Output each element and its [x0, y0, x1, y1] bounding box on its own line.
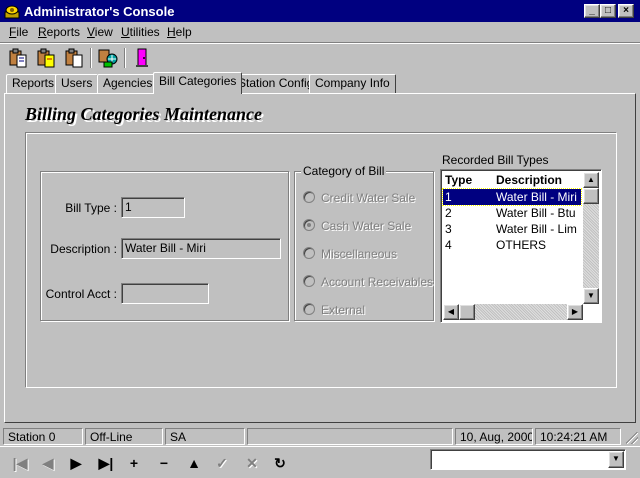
radio-label: Miscellaneous — [321, 247, 398, 261]
clipboard-copy-icon[interactable] — [34, 47, 58, 69]
control-acct-label: Control Acct : — [45, 287, 117, 301]
row-description: Water Bill - Btu — [496, 206, 576, 220]
row-type: 4 — [445, 238, 452, 252]
radio-label: Account Receivables — [321, 275, 434, 289]
row-type: 1 — [445, 190, 452, 204]
scroll-left-arrow-icon[interactable]: ◀ — [443, 304, 459, 320]
menu-view[interactable]: View — [87, 25, 113, 39]
row-description: Water Bill - Miri — [496, 190, 577, 204]
tab-agencies[interactable]: Agencies — [97, 74, 159, 94]
radio-label: External — [321, 303, 366, 317]
radio-label: Cash Water Sale — [321, 219, 412, 233]
refresh-data-button[interactable]: ↻ — [268, 452, 292, 474]
title-bar[interactable]: Administrator's Console _ □ × — [0, 0, 640, 22]
status-user: SA — [165, 428, 245, 445]
next-record-button[interactable]: ▶ — [64, 452, 88, 474]
bill-details-group: Bill Type : 1 Description : Water Bill -… — [40, 171, 289, 321]
window-title: Administrator's Console — [24, 4, 175, 19]
status-bar: Station 0 Off-Line SA 10, Aug, 2000 10:2… — [0, 426, 640, 446]
bill-types-list[interactable]: Type Description 1 Water Bill - Miri 2 W… — [440, 169, 602, 323]
post-record-button[interactable]: ✓ — [210, 452, 234, 474]
last-record-button[interactable]: ▶| — [94, 452, 118, 474]
menu-file[interactable]: File — [9, 25, 28, 39]
resize-grip-icon[interactable] — [626, 432, 638, 444]
radio-button[interactable] — [303, 303, 315, 315]
radio-label: Credit Water Sale — [321, 191, 416, 205]
bill-type-label: Bill Type : — [65, 201, 117, 215]
scroll-thumb[interactable] — [583, 188, 599, 204]
maximize-button[interactable]: □ — [600, 4, 616, 18]
list-item[interactable]: 3 Water Bill - Lim — [443, 221, 581, 237]
category-legend: Category of Bill — [301, 164, 387, 178]
status-message — [247, 428, 453, 445]
row-type: 2 — [445, 206, 452, 220]
list-item[interactable]: 2 Water Bill - Btu — [443, 205, 581, 221]
status-time: 10:24:21 AM — [535, 428, 621, 445]
toolbar — [0, 42, 640, 72]
exit-door-icon[interactable] — [130, 47, 154, 69]
category-of-bill-group: Category of Bill Credit Water Sale Cash … — [294, 164, 434, 321]
row-type: 3 — [445, 222, 452, 236]
close-button[interactable]: × — [618, 4, 634, 18]
prev-record-button[interactable]: ◀ — [36, 452, 60, 474]
chevron-down-icon[interactable]: ▼ — [608, 451, 624, 468]
scroll-up-arrow-icon[interactable]: ▲ — [583, 172, 599, 188]
menu-reports[interactable]: Reports — [38, 25, 80, 39]
row-description: OTHERS — [496, 238, 547, 252]
tab-users[interactable]: Users — [55, 74, 99, 94]
list-item[interactable]: 4 OTHERS — [443, 237, 581, 253]
first-record-button[interactable]: |◀ — [8, 452, 32, 474]
radio-button[interactable] — [303, 219, 315, 231]
page-title: Billing Categories Maintenance — [25, 104, 263, 124]
add-record-button[interactable]: + — [122, 452, 146, 474]
menu-help[interactable]: Help — [167, 25, 192, 39]
description-field[interactable]: Water Bill - Miri — [121, 238, 281, 259]
tab-strip: Reports Users Agencies Bill Categories S… — [0, 72, 640, 94]
column-header-type[interactable]: Type — [445, 173, 472, 187]
horizontal-scrollbar[interactable]: ◀ ▶ — [443, 304, 583, 320]
edit-record-button[interactable]: ▲ — [182, 452, 206, 474]
radio-button[interactable] — [303, 191, 315, 203]
app-icon — [4, 5, 20, 19]
status-station: Station 0 — [3, 428, 83, 445]
radio-button[interactable] — [303, 247, 315, 259]
content-frame: Bill Type : 1 Description : Water Bill -… — [25, 132, 617, 388]
recorded-bill-types-caption: Recorded Bill Types — [442, 153, 549, 167]
delete-record-button[interactable]: − — [152, 452, 176, 474]
menu-utilities[interactable]: Utilities — [121, 25, 160, 39]
row-description: Water Bill - Lim — [496, 222, 577, 236]
description-label: Description : — [50, 242, 117, 256]
minimize-button[interactable]: _ — [584, 4, 600, 18]
status-mode: Off-Line — [85, 428, 163, 445]
status-date: 10, Aug, 2000 — [455, 428, 533, 445]
list-item[interactable]: 1 Water Bill - Miri — [442, 188, 582, 206]
toolbar-separator — [90, 48, 92, 68]
bill-type-field[interactable]: 1 — [121, 197, 185, 218]
cancel-record-button[interactable]: ✕ — [240, 452, 264, 474]
toolbar-separator — [124, 48, 126, 68]
scroll-down-arrow-icon[interactable]: ▼ — [583, 288, 599, 304]
clipboard-blank-icon[interactable] — [62, 47, 86, 69]
radio-button[interactable] — [303, 275, 315, 287]
scroll-right-arrow-icon[interactable]: ▶ — [567, 304, 583, 320]
network-clipboard-icon[interactable] — [96, 47, 120, 69]
menu-bar: File Reports View Utilities Help — [0, 22, 640, 42]
tab-bill-categories[interactable]: Bill Categories — [153, 72, 243, 94]
control-acct-field[interactable] — [121, 283, 209, 304]
scroll-thumb[interactable] — [459, 304, 475, 320]
tab-reports[interactable]: Reports — [6, 74, 61, 94]
vertical-scrollbar[interactable]: ▲ ▼ — [583, 172, 599, 304]
clipboard-paste-icon[interactable] — [6, 47, 30, 69]
navigator-combo-box[interactable]: ▼ — [430, 449, 626, 470]
tab-panel: Billing Categories Maintenance Bill Type… — [4, 93, 636, 423]
column-header-description[interactable]: Description — [496, 173, 562, 187]
tab-station-config[interactable]: Station Config — [232, 74, 320, 94]
tab-company-info[interactable]: Company Info — [309, 74, 396, 94]
